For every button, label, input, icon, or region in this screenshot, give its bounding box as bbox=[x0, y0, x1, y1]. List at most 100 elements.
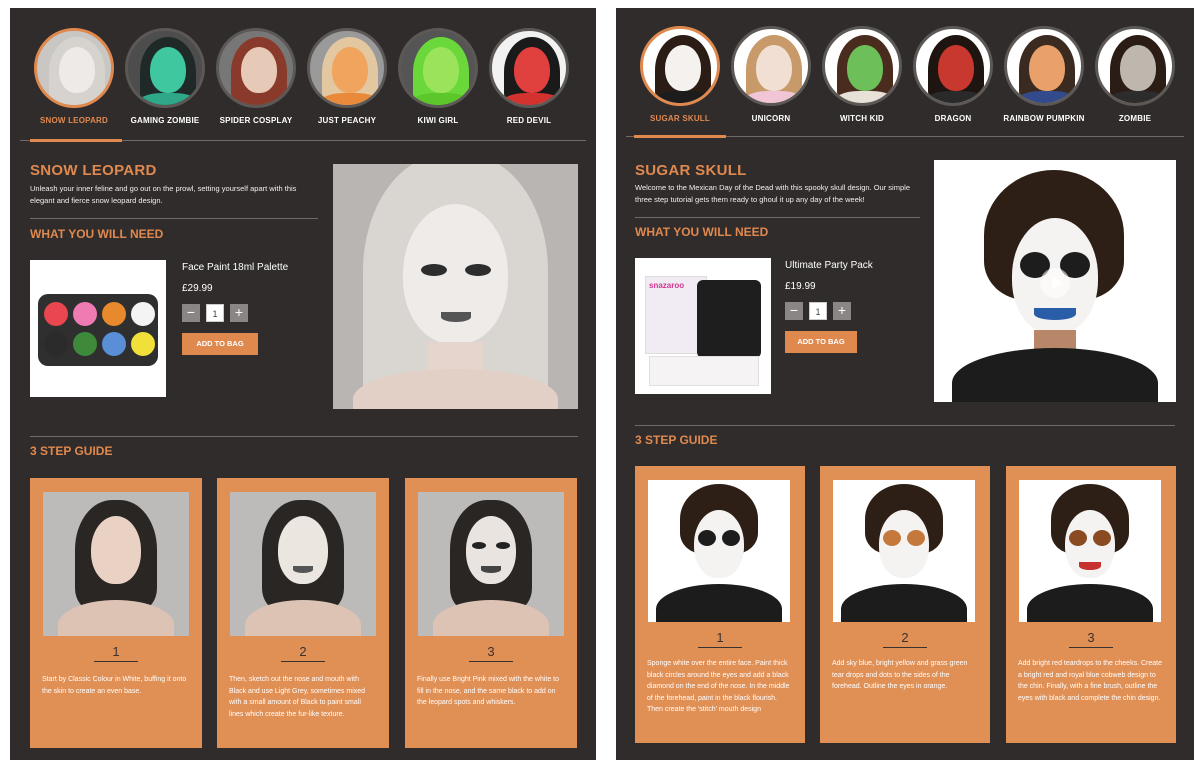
step-number: 1 bbox=[112, 644, 120, 659]
avatar bbox=[640, 26, 720, 106]
play-icon[interactable] bbox=[1040, 268, 1070, 298]
step-number-underline bbox=[698, 647, 742, 648]
avatar bbox=[1095, 26, 1175, 106]
step-text: Start by Classic Colour in White, buffin… bbox=[42, 676, 187, 695]
step-number: 3 bbox=[1087, 630, 1095, 645]
avatar bbox=[307, 28, 387, 108]
nav-label: SUGAR SKULL bbox=[650, 114, 710, 123]
hero-image bbox=[333, 164, 578, 409]
divider bbox=[635, 425, 1175, 426]
nav-item-dragon[interactable]: DRAGON bbox=[909, 26, 997, 123]
nav-item-kiwi-girl[interactable]: KIWI GIRL bbox=[394, 28, 482, 125]
divider bbox=[30, 436, 578, 437]
hero-video[interactable] bbox=[934, 160, 1176, 402]
paint-well bbox=[73, 332, 97, 356]
paint-well bbox=[73, 302, 97, 326]
step-photo bbox=[648, 480, 790, 622]
avatar bbox=[731, 26, 811, 106]
step-photo bbox=[833, 480, 975, 622]
paint-well bbox=[131, 332, 155, 356]
nav-item-spider-cosplay[interactable]: SPIDER COSPLAY bbox=[212, 28, 300, 125]
avatar bbox=[489, 28, 569, 108]
design-nav: SUGAR SKULL UNICORN WITCH KID DRAGON RAI… bbox=[628, 26, 1182, 136]
step-photo bbox=[43, 492, 189, 636]
paint-well bbox=[44, 302, 68, 326]
stencil-sheet bbox=[649, 356, 759, 386]
active-tab-indicator bbox=[634, 135, 726, 138]
nav-label: RAINBOW PUMPKIN bbox=[1003, 114, 1085, 123]
quantity-input[interactable]: 1 bbox=[206, 304, 224, 322]
quantity-input[interactable]: 1 bbox=[809, 302, 827, 320]
step-card-2: 2 Add sky blue, bright yellow and grass … bbox=[820, 466, 990, 743]
nav-label: DRAGON bbox=[934, 114, 972, 123]
add-to-bag-button[interactable]: ADD TO BAG bbox=[785, 331, 857, 353]
sugar-skull-page: SUGAR SKULL UNICORN WITCH KID DRAGON RAI… bbox=[616, 8, 1194, 760]
nav-item-rainbow-pumpkin[interactable]: RAINBOW PUMPKIN bbox=[1000, 26, 1088, 123]
avatar bbox=[913, 26, 993, 106]
nav-item-just-peachy[interactable]: JUST PEACHY bbox=[303, 28, 391, 125]
avatar bbox=[1004, 26, 1084, 106]
nav-item-gaming-zombie[interactable]: GAMING ZOMBIE bbox=[121, 28, 209, 125]
need-heading: WHAT YOU WILL NEED bbox=[635, 225, 769, 239]
nav-label: JUST PEACHY bbox=[317, 116, 377, 125]
nav-item-red-devil[interactable]: RED DEVIL bbox=[485, 28, 573, 125]
nav-item-sugar-skull[interactable]: SUGAR SKULL bbox=[636, 26, 724, 123]
step-text: Then, sketch out the nose and mouth with… bbox=[229, 676, 366, 718]
step-number-underline bbox=[281, 661, 325, 662]
page-title: SUGAR SKULL bbox=[635, 162, 747, 179]
divider bbox=[30, 218, 318, 219]
step-number: 3 bbox=[487, 644, 495, 659]
product-name[interactable]: Face Paint 18ml Palette bbox=[182, 262, 288, 273]
palette-case bbox=[697, 280, 761, 358]
quantity-stepper: − 1 + bbox=[785, 302, 851, 320]
step-card-2: 2 Then, sketch out the nose and mouth wi… bbox=[217, 478, 389, 748]
product-price: £19.99 bbox=[785, 281, 816, 292]
product-name[interactable]: Ultimate Party Pack bbox=[785, 260, 873, 271]
guide-heading: 3 STEP GUIDE bbox=[635, 433, 718, 447]
step-text: Add bright red teardrops to the cheeks. … bbox=[1018, 660, 1162, 702]
step-photo bbox=[418, 492, 564, 636]
step-text: Finally use Bright Pink mixed with the w… bbox=[417, 676, 560, 706]
step-text: Sponge white over the entire face. Paint… bbox=[647, 660, 790, 713]
nav-label: WITCH KID bbox=[839, 114, 884, 123]
product-image[interactable]: snazaroo bbox=[635, 258, 771, 394]
increase-button[interactable]: + bbox=[833, 302, 851, 320]
need-heading: WHAT YOU WILL NEED bbox=[30, 227, 164, 241]
nav-label: RED DEVIL bbox=[506, 116, 552, 125]
product-price: £29.99 bbox=[182, 283, 213, 294]
nav-label: ZOMBIE bbox=[1118, 114, 1152, 123]
decrease-button[interactable]: − bbox=[182, 304, 200, 322]
nav-item-snow-leopard[interactable]: SNOW LEOPARD bbox=[30, 28, 118, 125]
avatar bbox=[398, 28, 478, 108]
step-card-3: 3 Add bright red teardrops to the cheeks… bbox=[1006, 466, 1176, 743]
add-to-bag-button[interactable]: ADD TO BAG bbox=[182, 333, 258, 355]
nav-label: UNICORN bbox=[751, 114, 791, 123]
quantity-stepper: − 1 + bbox=[182, 304, 248, 322]
divider bbox=[635, 217, 920, 218]
active-tab-indicator bbox=[30, 139, 122, 142]
page-title: SNOW LEOPARD bbox=[30, 162, 157, 179]
step-card-3: 3 Finally use Bright Pink mixed with the… bbox=[405, 478, 577, 748]
step-number: 1 bbox=[716, 630, 724, 645]
nav-label: SPIDER COSPLAY bbox=[219, 116, 293, 125]
step-photo bbox=[230, 492, 376, 636]
intro-text: Unleash your inner feline and go out on … bbox=[30, 184, 297, 205]
guide-heading: 3 STEP GUIDE bbox=[30, 444, 113, 458]
snow-leopard-page: SNOW LEOPARD GAMING ZOMBIE SPIDER COSPLA… bbox=[10, 8, 596, 760]
nav-item-witch-kid[interactable]: WITCH KID bbox=[818, 26, 906, 123]
step-number-underline bbox=[94, 661, 138, 662]
avatar bbox=[34, 28, 114, 108]
nav-item-zombie[interactable]: ZOMBIE bbox=[1091, 26, 1179, 123]
nav-item-unicorn[interactable]: UNICORN bbox=[727, 26, 815, 123]
design-nav: SNOW LEOPARD GAMING ZOMBIE SPIDER COSPLA… bbox=[22, 28, 584, 138]
nav-label: KIWI GIRL bbox=[417, 116, 459, 125]
nav-label: SNOW LEOPARD bbox=[39, 116, 109, 125]
product-image[interactable] bbox=[30, 260, 166, 397]
nav-label: GAMING ZOMBIE bbox=[130, 116, 200, 125]
paint-well bbox=[131, 302, 155, 326]
step-text: Add sky blue, bright yellow and grass gr… bbox=[832, 660, 968, 690]
increase-button[interactable]: + bbox=[230, 304, 248, 322]
paint-well bbox=[102, 332, 126, 356]
decrease-button[interactable]: − bbox=[785, 302, 803, 320]
paint-well bbox=[44, 332, 68, 356]
